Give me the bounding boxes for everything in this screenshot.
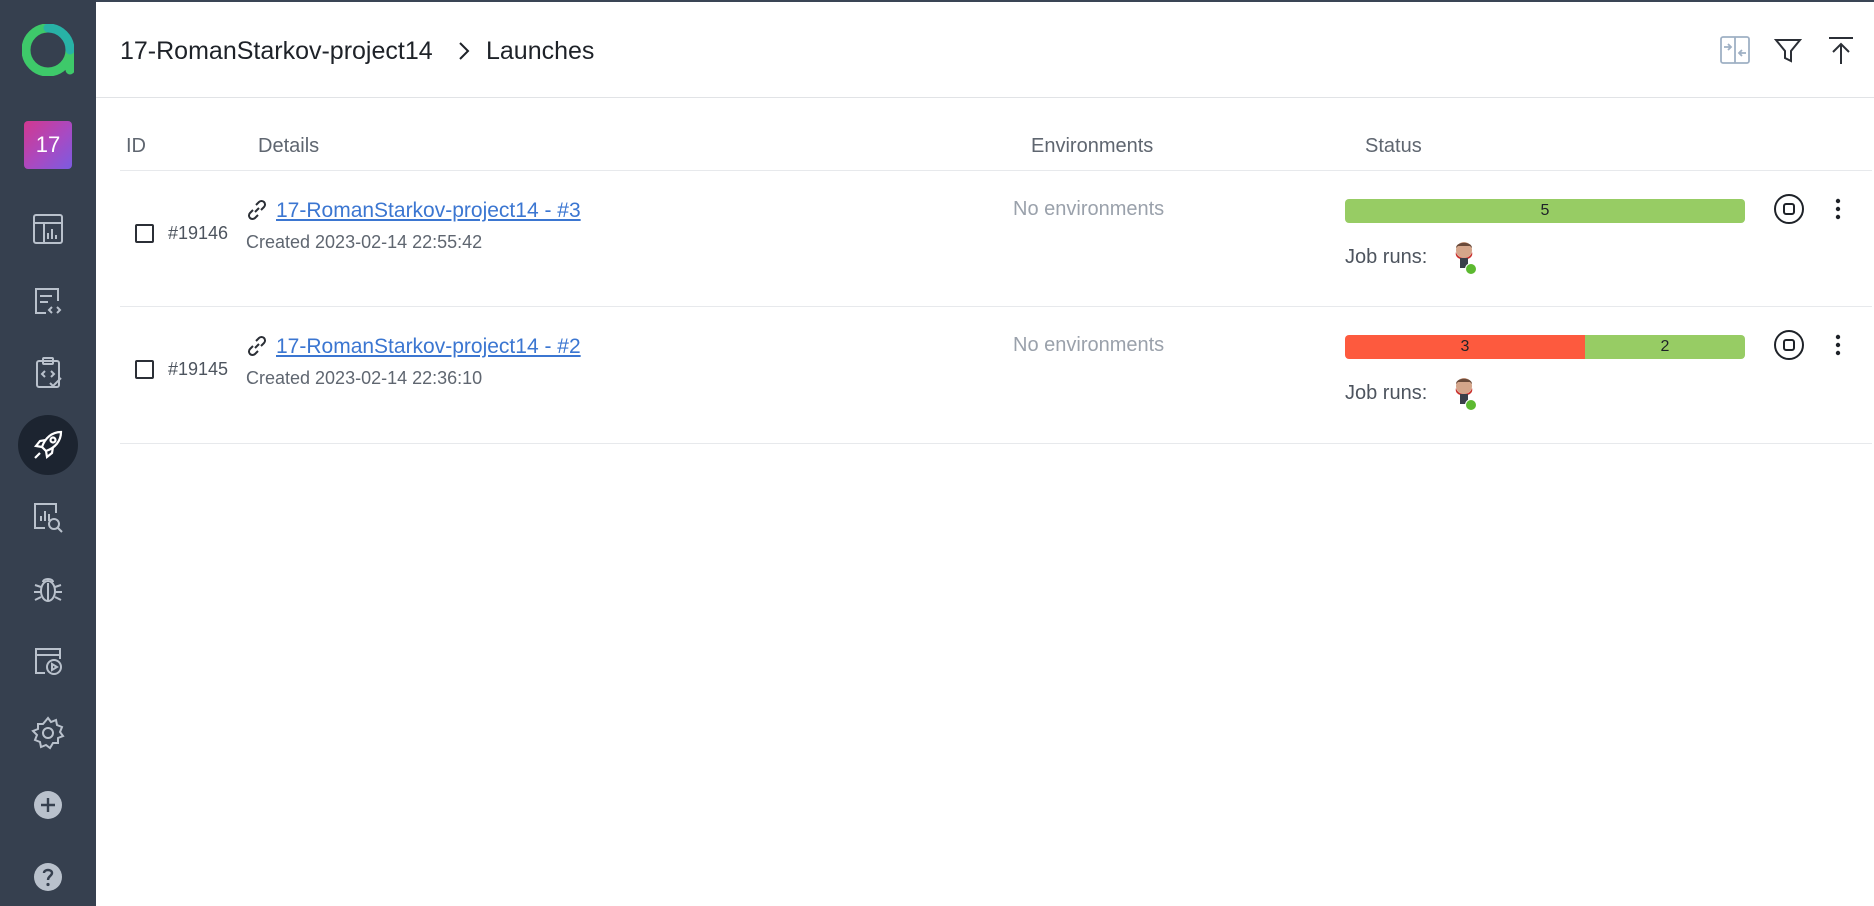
status-bar[interactable]: 3 2 xyxy=(1345,335,1745,359)
column-header-environments: Environments xyxy=(1031,135,1154,157)
stop-launch-icon[interactable] xyxy=(1772,192,1806,226)
environments-value: No environments xyxy=(1013,198,1165,220)
sidebar: 17 xyxy=(0,0,96,906)
column-header-status: Status xyxy=(1365,135,1422,157)
dashboard-icon xyxy=(33,214,63,244)
status-segment-failed[interactable]: 3 xyxy=(1345,335,1585,359)
sidebar-item-jobs[interactable] xyxy=(18,631,78,691)
launches-rocket-icon xyxy=(33,430,63,460)
breadcrumb-project[interactable]: 17-RomanStarkov-project14 xyxy=(120,37,433,66)
status-segment-passed[interactable]: 5 xyxy=(1345,199,1745,223)
filter-icon xyxy=(1773,39,1803,63)
job-runs-label: Job runs: xyxy=(1345,246,1428,268)
row-checkbox[interactable] xyxy=(135,224,154,243)
launch-link[interactable]: 17-RomanStarkov-project14 - #2 xyxy=(276,335,581,359)
more-options-icon[interactable] xyxy=(1826,328,1850,362)
test-cases-icon xyxy=(36,357,62,388)
table-row[interactable]: #19145 17-RomanStarkov-project14 - #2 Cr… xyxy=(120,307,1872,443)
row-checkbox[interactable] xyxy=(135,360,154,379)
sidebar-item-test-cases[interactable] xyxy=(18,343,78,403)
stop-launch-icon[interactable] xyxy=(1772,328,1806,362)
analytics-icon xyxy=(34,503,63,533)
launch-id: #19146 xyxy=(168,223,229,243)
launch-link[interactable]: 17-RomanStarkov-project14 - #3 xyxy=(276,199,581,223)
upload-icon xyxy=(1829,37,1853,64)
test-results-icon xyxy=(35,288,62,314)
link-icon xyxy=(247,199,267,221)
job-runs-label: Job runs: xyxy=(1345,382,1428,404)
allure-logo-icon[interactable] xyxy=(22,24,74,76)
page-header: 17-RomanStarkov-project14 Launches xyxy=(96,2,1874,98)
launch-id: #19145 xyxy=(168,359,229,379)
compare-button[interactable] xyxy=(1715,30,1755,70)
chevron-right-icon xyxy=(459,42,470,60)
more-options-icon[interactable] xyxy=(1826,192,1850,226)
link-icon xyxy=(247,335,267,357)
status-bar[interactable]: 5 xyxy=(1345,199,1745,223)
row-divider xyxy=(120,443,1872,444)
sidebar-item-settings[interactable] xyxy=(18,703,78,763)
sidebar-item-add[interactable] xyxy=(18,775,78,835)
settings-gear-icon xyxy=(31,716,65,750)
project-badge[interactable]: 17 xyxy=(24,121,72,169)
online-status-dot xyxy=(1465,263,1477,275)
status-segment-passed[interactable]: 2 xyxy=(1585,335,1745,359)
online-status-dot xyxy=(1465,399,1477,411)
created-date: Created 2023-02-14 22:36:10 xyxy=(246,368,483,388)
sidebar-item-launches[interactable] xyxy=(18,415,78,475)
add-plus-icon xyxy=(34,791,62,819)
sidebar-item-test-results[interactable] xyxy=(18,271,78,331)
compare-icon xyxy=(1720,36,1750,64)
sidebar-item-help[interactable] xyxy=(18,847,78,906)
defects-bug-icon xyxy=(34,578,62,602)
help-question-icon xyxy=(34,863,62,891)
sidebar-item-defects[interactable] xyxy=(18,559,78,619)
environments-value: No environments xyxy=(1013,334,1165,356)
sidebar-item-dashboard[interactable] xyxy=(18,199,78,259)
column-header-details: Details xyxy=(258,135,320,157)
sidebar-item-analytics[interactable] xyxy=(18,487,78,547)
column-header-id: ID xyxy=(126,135,146,157)
breadcrumb-current: Launches xyxy=(486,37,595,65)
created-date: Created 2023-02-14 22:55:42 xyxy=(246,232,483,252)
table-row[interactable]: #19146 17-RomanStarkov-project14 - #3 Cr… xyxy=(120,171,1872,307)
filter-button[interactable] xyxy=(1768,30,1808,70)
jobs-icon xyxy=(35,648,62,675)
upload-button[interactable] xyxy=(1821,30,1861,70)
